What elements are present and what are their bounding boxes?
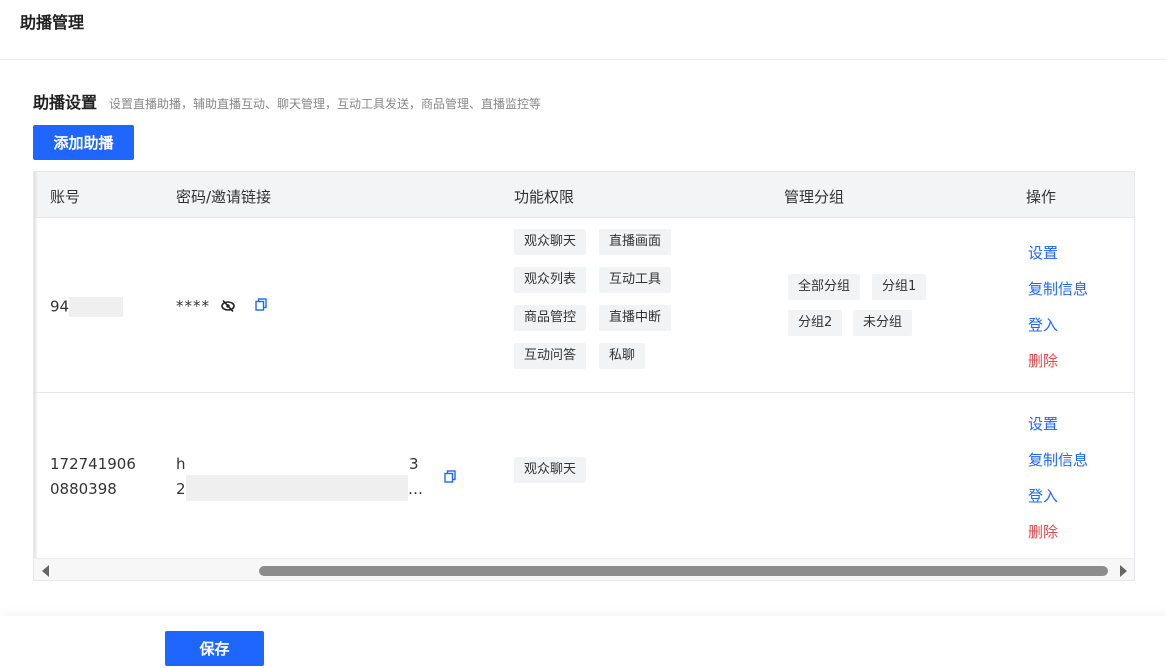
page-header: 助播管理 [0, 0, 1166, 60]
login-link[interactable]: 登入 [1028, 314, 1058, 335]
group-tag: 分组2 [788, 310, 843, 336]
invite-link-line-1-start: h [176, 455, 186, 473]
horizontal-scrollbar[interactable] [34, 558, 1134, 580]
column-header-password: 密码/邀请链接 [176, 188, 272, 206]
copy-icon[interactable] [444, 470, 456, 483]
invite-link-line-2-start: 2 [176, 480, 186, 498]
section-title: 助播设置 [33, 93, 98, 112]
group-tag: 全部分组 [788, 274, 861, 300]
section-description: 设置直播助播，辅助直播互动、聊天管理，互动工具发送，商品管理、直播监控等 [109, 97, 542, 111]
delete-link[interactable]: 删除 [1028, 350, 1058, 371]
permission-tag: 直播画面 [599, 229, 672, 255]
permission-tag: 互动问答 [514, 343, 587, 369]
permission-tag: 观众聊天 [514, 229, 587, 255]
permission-tag: 互动工具 [599, 267, 672, 293]
account-line-2: 0880398 [50, 480, 117, 498]
page-title: 助播管理 [20, 13, 85, 32]
delete-link[interactable]: 删除 [1028, 521, 1058, 542]
column-header-permissions: 功能权限 [514, 188, 575, 206]
copy-icon[interactable] [255, 298, 267, 311]
save-button[interactable]: 保存 [165, 631, 264, 666]
permission-tag: 观众聊天 [514, 457, 587, 483]
login-link[interactable]: 登入 [1028, 485, 1058, 506]
fixed-column-shadow [34, 172, 38, 558]
account-line-1: 172741906 [50, 455, 136, 473]
settings-link[interactable]: 设置 [1028, 242, 1058, 263]
table-row: 94 **** 观众聊天 直播画面 观众列表 互动工具 商品管控 直播中断 互动… [34, 219, 1134, 393]
assistant-table: 账号 密码/邀请链接 功能权限 管理分组 操作 94 **** 观众聊天 直播画… [33, 171, 1135, 581]
scroll-thumb[interactable] [259, 566, 1108, 576]
copy-info-link[interactable]: 复制信息 [1028, 449, 1088, 470]
footer-bar: 保存 [0, 616, 1166, 668]
column-header-account: 账号 [50, 188, 81, 206]
masked-region [69, 297, 124, 317]
invite-link-line-1-end: 3 [409, 455, 419, 473]
password-text: **** [176, 297, 210, 315]
section-header: 助播设置 设置直播助播，辅助直播互动、聊天管理，互动工具发送，商品管理、直播监控… [33, 89, 541, 113]
masked-region [186, 475, 408, 501]
group-tag: 分组1 [872, 274, 927, 300]
table-row: 172741906 0880398 h 3 2 … 观众聊天 设置 复制信息 登… [34, 393, 1134, 558]
eye-off-icon[interactable] [220, 299, 236, 313]
settings-link[interactable]: 设置 [1028, 413, 1058, 434]
group-tag: 未分组 [853, 310, 913, 336]
permission-tag: 商品管控 [514, 305, 587, 331]
add-assistant-button[interactable]: 添加助播 [33, 125, 134, 160]
scroll-left-icon[interactable] [42, 565, 49, 577]
invite-link-line-2-end: … [408, 480, 423, 498]
column-header-actions: 操作 [1026, 188, 1057, 206]
permission-tag: 观众列表 [514, 267, 587, 293]
permission-tag: 私聊 [599, 343, 646, 369]
column-header-groups: 管理分组 [784, 188, 845, 206]
account-text: 94 [50, 297, 70, 316]
account-cell: 94 [50, 297, 124, 317]
copy-info-link[interactable]: 复制信息 [1028, 278, 1088, 299]
table-header: 账号 密码/邀请链接 功能权限 管理分组 操作 [34, 172, 1134, 218]
permission-tag: 直播中断 [599, 305, 672, 331]
scroll-right-icon[interactable] [1120, 565, 1127, 577]
